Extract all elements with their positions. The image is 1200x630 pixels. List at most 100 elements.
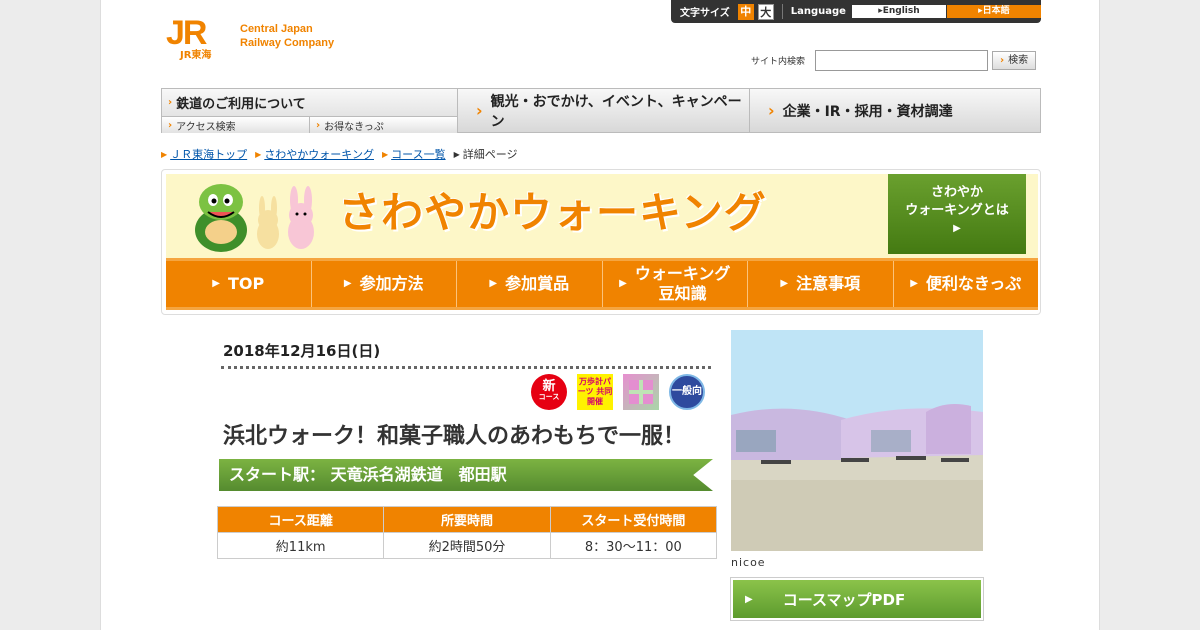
language-english-button[interactable]: ▸English [851, 5, 946, 18]
triangle-right-icon: ▶ [343, 278, 352, 289]
badge-general-label: 一般向 [672, 386, 702, 397]
start-station-banner: スタート駅： 天竜浜名湖鉄道 都田駅 [219, 459, 713, 491]
global-nav: › 鉄道のご利用について › アクセス検索 › お得なきっぷ › 観光・おでかけ… [161, 88, 1041, 133]
font-size-label: 文字サイズ [680, 8, 730, 19]
about-walking-line1: さわやか [930, 185, 983, 200]
triangle-right-icon: ▶ [619, 278, 627, 289]
divider [781, 4, 783, 19]
triangle-right-icon: ▶ [255, 149, 262, 159]
chevron-right-icon: › [168, 97, 173, 108]
course-map-pdf-label: コースマップPDF [782, 590, 906, 609]
page-container: JR JR東海 Central Japan Railway Company 文字… [100, 0, 1100, 630]
course-badges: 新コース 万歩計パーツ 共同開催 一般向 [531, 374, 705, 410]
logo-mark-text: JR [166, 14, 207, 52]
banner-header: さわやかウォーキング さわやか ウォーキングとは ▶ [166, 174, 1038, 258]
banner-title: さわやかウォーキング [338, 188, 767, 237]
triangle-right-icon: ▶ [953, 223, 961, 234]
lang-ja-label: 日本語 [982, 6, 1010, 16]
course-title: 浜北ウォーク！和菓子職人のあわもちで一服！ [223, 424, 686, 449]
nav-railway-subitems: › アクセス検索 › お得なきっぷ [162, 117, 457, 133]
search-label: サイト内検索 [751, 57, 806, 67]
breadcrumb-top-link[interactable]: ＪＲ東海トップ [170, 146, 247, 162]
menu-how-to-join-label: 参加方法 [359, 274, 424, 293]
chevron-right-icon: › [316, 119, 321, 131]
breadcrumb-walking-link[interactable]: さわやかウォーキング [264, 146, 374, 162]
breadcrumb-course-list-link[interactable]: コース一覧 [391, 146, 445, 162]
pedometer-collab-badge-icon: 万歩計パーツ 共同開催 [577, 374, 613, 410]
logo-text: Central Japan Railway Company [240, 22, 334, 50]
general-audience-badge-icon: 一般向 [669, 374, 705, 410]
header-duration: 所要時間 [383, 506, 551, 533]
badge-cross-label: 万歩計パーツ 共同開催 [577, 377, 613, 406]
photo-caption: nicoe [731, 556, 766, 569]
nav-corporate-label: 企業・IR・採用・資材調達 [782, 103, 953, 120]
chevron-right-icon: › [168, 119, 173, 131]
table-header-row: コース距離 所要時間 スタート受付時間 [216, 506, 718, 533]
nav-railway-use[interactable]: › 鉄道のご利用について [162, 89, 457, 117]
menu-how-to-join[interactable]: ▶ 参加方法 [312, 261, 457, 307]
menu-top-label: TOP [227, 274, 265, 293]
search-input[interactable] [815, 50, 989, 71]
about-walking-button[interactable]: さわやか ウォーキングとは ▶ [888, 174, 1026, 254]
about-walking-line2: ウォーキングとは [905, 203, 1009, 218]
menu-useful-tickets[interactable]: ▶ 便利なきっぷ [894, 261, 1039, 307]
breadcrumb-current: 詳細ページ [462, 148, 518, 161]
menu-useful-tickets-label: 便利なきっぷ [925, 274, 1022, 293]
course-info-table: コース距離 所要時間 スタート受付時間 約11km 約2時間50分 8：30～1… [216, 506, 718, 559]
arrow-icon: › [999, 55, 1005, 66]
site-search: サイト内検索 › 検索 [751, 50, 1037, 71]
jr-logo-icon: JR JR東海 [166, 16, 230, 64]
nav-discount-tickets[interactable]: › お得なきっぷ [310, 117, 457, 133]
mascot-illustration-icon [195, 184, 314, 252]
dotted-divider [221, 366, 711, 369]
logo-line1: Central Japan [240, 23, 313, 35]
utility-bar: 文字サイズ 中 大 Language ▸English ▸日本語 [671, 0, 1041, 23]
triangle-right-icon: ▶ [381, 149, 389, 159]
lang-en-label: English [882, 6, 920, 16]
triangle-right-icon: ▶ [910, 278, 918, 289]
nav-corporate[interactable]: › 企業・IR・採用・資材調達 [750, 89, 1040, 132]
walking-banner: さわやかウォーキング さわやか ウォーキングとは ▶ ▶ TOP ▶ 参加方法 ▶ 参… [161, 169, 1041, 315]
font-size-medium-button[interactable]: 中 [737, 3, 754, 20]
language-japanese-button[interactable]: ▸日本語 [946, 5, 1041, 18]
triangle-right-icon: ▶ [212, 278, 220, 289]
cell-start-time: 8：30～11：00 [549, 532, 718, 559]
walking-menu: ▶ TOP ▶ 参加方法 ▶ 参加賞品 ▶ ウォーキング 豆知識 ▶ 注意事項 ▶ 便利なき… [166, 258, 1038, 310]
nav-discount-tickets-label: お得なきっぷ [324, 121, 384, 133]
language-label: Language [790, 6, 846, 17]
menu-walking-tips-label: ウォーキング 豆知識 [634, 264, 731, 303]
search-button-label: 検索 [1008, 55, 1029, 66]
chevron-right-icon: › [476, 101, 483, 120]
cell-duration: 約2時間50分 [383, 532, 551, 559]
new-course-badge-icon: 新コース [531, 374, 567, 410]
nav-railway-group: › 鉄道のご利用について › アクセス検索 › お得なきっぷ [162, 89, 458, 133]
triangle-right-icon: ▶ [161, 149, 168, 159]
table-row: 約11km 約2時間50分 8：30～11：00 [216, 532, 718, 559]
nav-sightseeing-label: 観光・おでかけ、イベント、キャンペーン [490, 93, 742, 130]
menu-cautions[interactable]: ▶ 注意事項 [748, 261, 894, 307]
gift-box-badge-icon [623, 374, 659, 410]
nav-railway-use-label: 鉄道のご利用について [176, 97, 306, 112]
menu-prizes[interactable]: ▶ 参加賞品 [457, 261, 603, 307]
course-photo [731, 330, 983, 551]
cell-distance: 約11km [216, 532, 385, 559]
triangle-right-icon: ▶ [745, 593, 753, 605]
header-start-time: スタート受付時間 [549, 506, 718, 533]
badge-new-main: 新 [542, 379, 556, 394]
menu-cautions-label: 注意事項 [796, 274, 861, 293]
chevron-right-icon: › [768, 101, 775, 120]
nav-access-search[interactable]: › アクセス検索 [162, 117, 310, 133]
search-button[interactable]: › 検索 [992, 51, 1037, 70]
font-size-large-button[interactable]: 大 [757, 3, 774, 20]
menu-walking-tips[interactable]: ▶ ウォーキング 豆知識 [603, 261, 748, 307]
triangle-right-icon: ▶ [489, 278, 498, 289]
course-map-pdf-button[interactable]: ▶ コースマップPDF [731, 578, 983, 620]
jr-central-logo[interactable]: JR JR東海 Central Japan Railway Company [166, 16, 334, 64]
triangle-right-icon: ▶ [780, 278, 789, 289]
gift-box-icon [629, 380, 653, 404]
header-distance: コース距離 [216, 506, 385, 533]
logo-line2: Railway Company [240, 37, 335, 49]
nav-sightseeing[interactable]: › 観光・おでかけ、イベント、キャンペーン [458, 89, 750, 132]
nav-access-search-label: アクセス検索 [176, 121, 236, 133]
menu-top[interactable]: ▶ TOP [166, 261, 312, 307]
